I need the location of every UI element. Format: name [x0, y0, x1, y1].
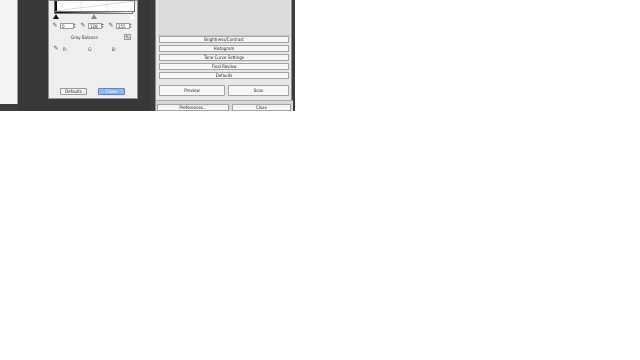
histogram-button[interactable]: Histogram — [159, 45, 289, 52]
black-point-slider[interactable] — [53, 14, 59, 19]
left-window-edge — [0, 0, 18, 104]
black-point-field[interactable]: 0 — [60, 23, 74, 29]
defaults-button[interactable]: Defaults — [60, 88, 87, 95]
eyedropper-icon[interactable]: ✎ — [80, 23, 86, 29]
close-button[interactable]: Close — [98, 88, 125, 95]
panel-top-area — [158, 0, 290, 36]
levels-dialog: ✎ 0 ▴ ▾ ✎ 128 ▴ ▾ ✎ 255 ▴ ▾ Gray Balance ✎ … — [48, 0, 138, 99]
gray-point-slider[interactable] — [91, 14, 97, 19]
spinner-arrows-icon[interactable]: ▴ ▾ — [102, 23, 105, 29]
tone-curve-settings-button[interactable]: Tone Curve Settings — [159, 54, 289, 61]
r-label: R: — [63, 47, 68, 52]
level-value-row: ✎ 0 ▴ ▾ ✎ 128 ▴ ▾ ✎ 255 ▴ ▾ — [52, 23, 136, 31]
panel-bottom-bar: Preferences... Close — [156, 100, 293, 111]
eyedropper-icon[interactable]: ✎ — [52, 23, 58, 29]
gray-balance-label: Gray Balance — [71, 35, 98, 40]
scan-settings-panel: Brightness/Contrast Histogram Tone Curve… — [155, 0, 293, 111]
g-label: G: — [88, 47, 93, 52]
preview-button[interactable]: Preview — [159, 85, 225, 96]
spinner-arrows-icon[interactable]: ▴ ▾ — [130, 23, 133, 29]
scan-button[interactable]: Scan — [228, 85, 289, 96]
screenshot-region: ✎ 0 ▴ ▾ ✎ 128 ▴ ▾ ✎ 255 ▴ ▾ Gray Balance ✎ … — [0, 0, 295, 111]
eyedropper-icon[interactable]: ✎ — [53, 46, 59, 52]
b-label: B: — [112, 47, 117, 52]
gray-point-field[interactable]: 128 — [88, 23, 102, 29]
curve-graph-icon — [55, 1, 134, 11]
panel-defaults-button[interactable]: Defaults — [159, 72, 289, 79]
spinner-arrows-icon[interactable]: ▴ ▾ — [74, 23, 77, 29]
eyedropper-icon[interactable]: ✎ — [108, 23, 114, 29]
panel-close-button[interactable]: Close — [232, 104, 291, 111]
gray-balance-eyedropper-button[interactable]: ✎ — [124, 34, 131, 41]
white-point-slider[interactable] — [129, 14, 135, 19]
white-point-field[interactable]: 255 — [116, 23, 130, 29]
preferences-button[interactable]: Preferences... — [157, 104, 229, 111]
final-review-button[interactable]: Final Review — [159, 63, 289, 70]
brightness-contrast-button[interactable]: Brightness/Contrast — [159, 36, 289, 43]
